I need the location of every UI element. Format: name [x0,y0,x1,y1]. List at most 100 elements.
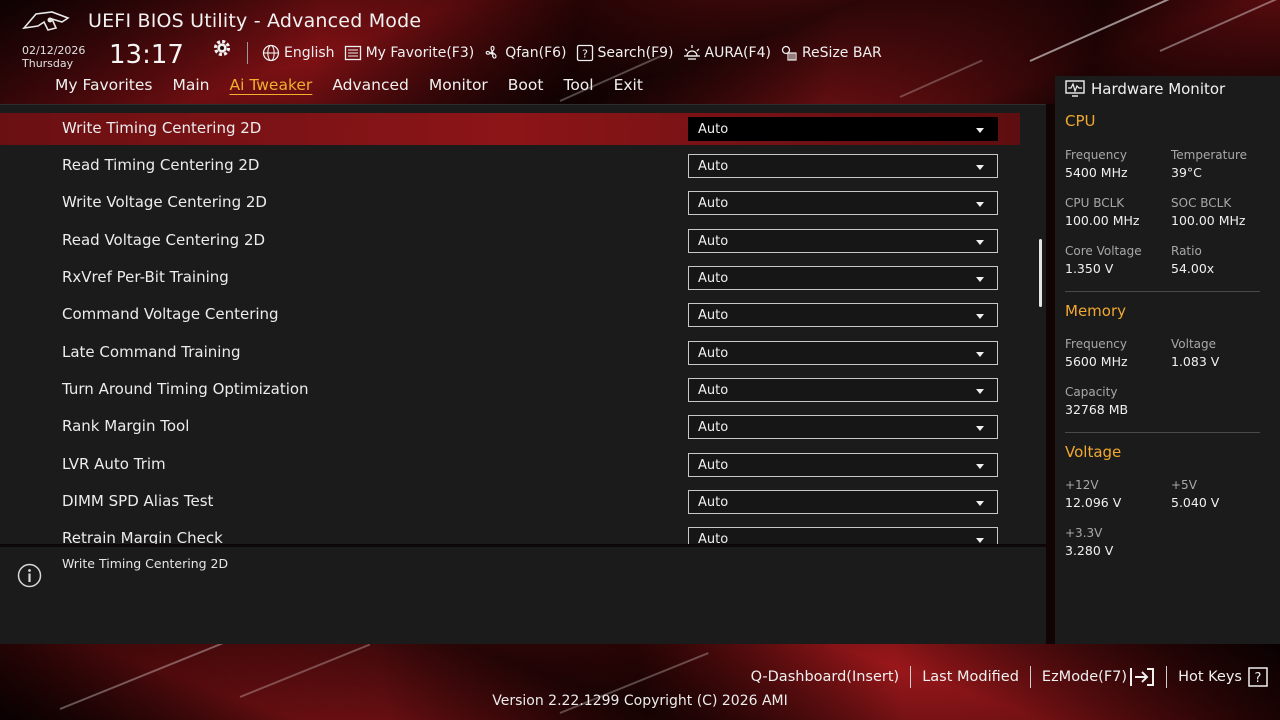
setting-dropdown[interactable]: Auto [688,303,998,327]
dropdown-value: Auto [698,122,729,137]
memory-capacity-label: Capacity [1065,385,1118,399]
tab-main[interactable]: Main [173,76,210,94]
dropdown-value: Auto [698,271,729,286]
tab-monitor[interactable]: Monitor [429,76,488,94]
setting-row-turn-around-timing-optimization[interactable]: Turn Around Timing Optimization Auto [0,374,1020,406]
setting-label: LVR Auto Trim [62,455,166,473]
hardware-monitor-header: Hardware Monitor [1065,80,1225,98]
help-panel: Write Timing Centering 2D [0,545,1046,644]
my-favorite-button[interactable]: My Favorite(F3) [344,44,474,62]
setting-row-write-timing-centering-2d[interactable]: Write Timing Centering 2D Auto [0,113,1020,145]
setting-dropdown[interactable]: Auto [688,527,998,544]
setting-label: Read Timing Centering 2D [62,156,260,174]
setting-dropdown[interactable]: Auto [688,229,998,253]
last-modified-button[interactable]: Last Modified [922,669,1019,685]
search-button[interactable]: ? Search(F9) [576,44,674,62]
setting-row-rxvref-per-bit-training[interactable]: RxVref Per-Bit Training Auto [0,262,1020,294]
ratio-label: Ratio [1171,244,1202,258]
resize-bar-button[interactable]: ReSize BAR [780,44,882,62]
setting-label: Rank Margin Tool [62,417,190,435]
svg-text:?: ? [582,48,588,61]
setting-row-lvr-auto-trim[interactable]: LVR Auto Trim Auto [0,449,1020,481]
dropdown-value: Auto [698,383,729,398]
memory-voltage-label: Voltage [1171,337,1217,351]
aura-label: AURA(F4) [704,45,771,61]
voltage-heading: Voltage [1065,443,1122,461]
q-dashboard-button[interactable]: Q-Dashboard(Insert) [751,669,900,685]
setting-label: Command Voltage Centering [62,305,279,323]
v12-label: +12V [1065,478,1099,492]
ezmode-button[interactable]: EzMode(F7) [1042,667,1155,687]
aura-button[interactable]: AURA(F4) [683,44,771,62]
caret-down-icon [976,128,984,133]
version-info: Version 2.22.1299 Copyright (C) 2026 AMI [492,693,788,709]
core-voltage-label: Core Voltage [1065,244,1142,258]
setting-dropdown[interactable]: Auto [688,117,998,141]
caret-down-icon [976,202,984,207]
globe-icon [262,44,280,62]
setting-label: Write Voltage Centering 2D [62,193,267,211]
hot-keys-label: Hot Keys [1178,669,1242,685]
hardware-monitor-title: Hardware Monitor [1091,80,1226,98]
hot-keys-button[interactable]: Hot Keys ? [1178,667,1268,687]
setting-dropdown[interactable]: Auto [688,191,998,215]
dropdown-value: Auto [698,346,729,361]
setting-dropdown[interactable]: Auto [688,453,998,477]
dropdown-value: Auto [698,308,729,323]
language-button[interactable]: English [262,44,335,62]
caret-down-icon [976,165,984,170]
header-separator [247,42,248,64]
setting-label: Late Command Training [62,343,241,361]
gear-icon[interactable] [212,38,232,58]
aura-icon [683,45,700,60]
tab-tool[interactable]: Tool [563,76,593,94]
setting-dropdown[interactable]: Auto [688,378,998,402]
soc-bclk-value: 100.00 MHz [1171,213,1246,228]
info-icon [17,563,42,588]
v33-value: 3.280 V [1065,543,1114,558]
setting-row-write-voltage-centering-2d[interactable]: Write Voltage Centering 2D Auto [0,187,1020,219]
tab-exit[interactable]: Exit [614,76,643,94]
resize-bar-icon [781,45,797,61]
hw-divider [1065,432,1260,433]
memory-frequency-label: Frequency [1065,337,1127,351]
scrollbar-thumb[interactable] [1039,239,1042,307]
exit-arrow-icon [1130,668,1155,686]
qfan-button[interactable]: Qfan(F6) [483,44,567,62]
setting-dropdown[interactable]: Auto [688,415,998,439]
date-display: 02/12/2026 Thursday [22,44,85,70]
caret-down-icon [976,464,984,469]
toolbar: English My Favorite(F3) Qfan(F6) ? Searc… [262,42,891,64]
setting-dropdown[interactable]: Auto [688,266,998,290]
setting-row-rank-margin-tool[interactable]: Rank Margin Tool Auto [0,411,1020,443]
tab-advanced[interactable]: Advanced [332,76,409,94]
setting-row-read-timing-centering-2d[interactable]: Read Timing Centering 2D Auto [0,150,1020,182]
dropdown-value: Auto [698,458,729,473]
memory-heading: Memory [1065,302,1127,320]
v12-value: 12.096 V [1065,495,1122,510]
caret-down-icon [976,389,984,394]
clock-time: 13:17 [109,40,184,70]
setting-dropdown[interactable]: Auto [688,490,998,514]
setting-row-command-voltage-centering[interactable]: Command Voltage Centering Auto [0,299,1020,331]
setting-row-read-voltage-centering-2d[interactable]: Read Voltage Centering 2D Auto [0,225,1020,257]
core-voltage-value: 1.350 V [1065,261,1114,276]
setting-row-dimm-spd-alias-test[interactable]: DIMM SPD Alias Test Auto [0,486,1020,518]
caret-down-icon [976,538,984,543]
v5-value: 5.040 V [1171,495,1220,510]
setting-label: DIMM SPD Alias Test [62,492,214,510]
fan-icon [485,45,497,59]
tab-boot[interactable]: Boot [508,76,544,94]
v5-label: +5V [1171,478,1197,492]
tab-ai-tweaker[interactable]: Ai Tweaker [230,76,313,94]
date-value: 02/12/2026 [22,44,86,57]
setting-dropdown[interactable]: Auto [688,341,998,365]
footer-separator [910,666,912,688]
tab-my-favorites[interactable]: My Favorites [55,76,153,94]
dropdown-value: Auto [698,234,729,249]
setting-dropdown[interactable]: Auto [688,154,998,178]
caret-down-icon [976,277,984,282]
setting-row-late-command-training[interactable]: Late Command Training Auto [0,337,1020,369]
cpu-heading: CPU [1065,112,1096,130]
setting-row-retrain-margin-check[interactable]: Retrain Margin Check Auto [0,523,1020,544]
